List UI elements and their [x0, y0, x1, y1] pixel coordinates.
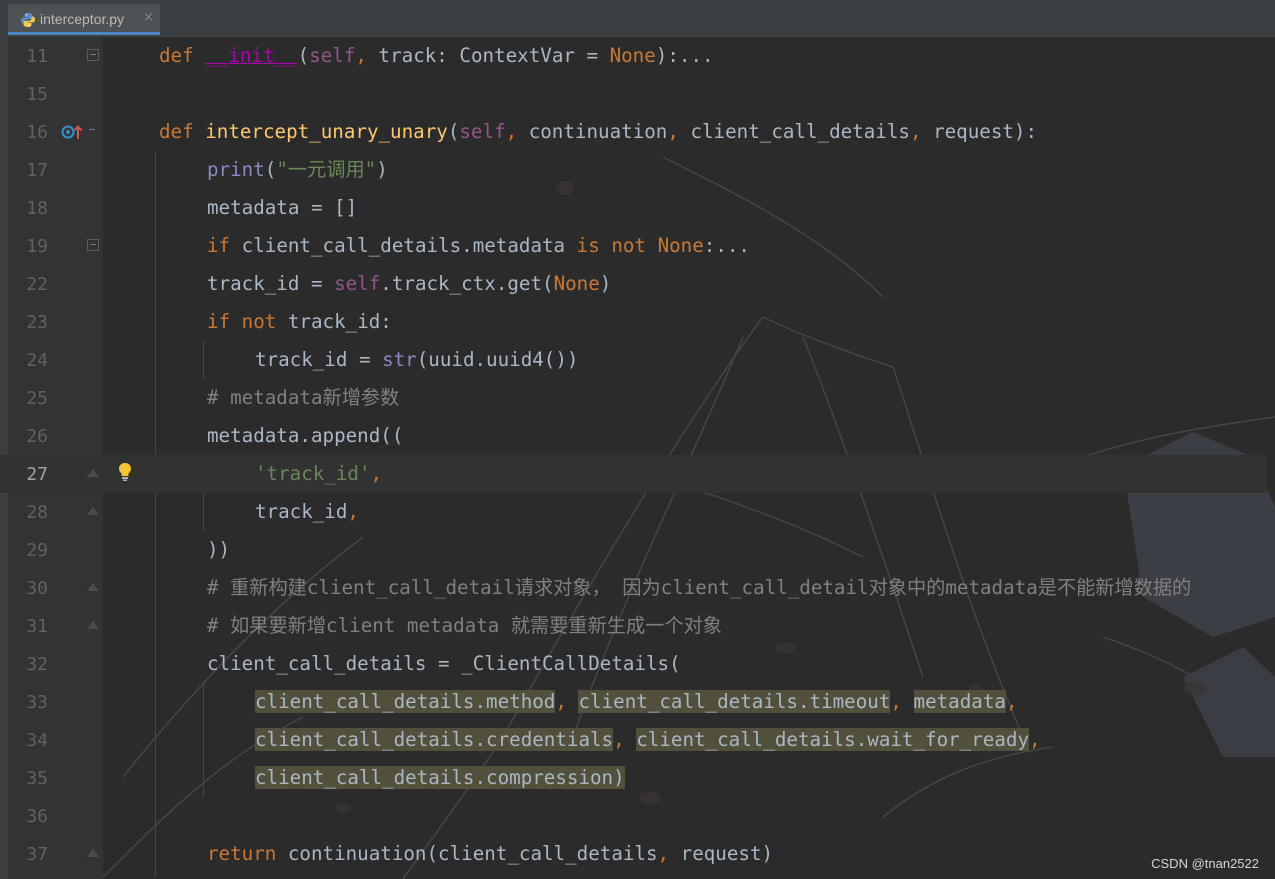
line-number: 16: [26, 122, 48, 143]
line-number: 31: [26, 616, 48, 637]
line-number: 37: [26, 844, 48, 865]
line-number: 22: [26, 274, 48, 295]
fold-end-icon[interactable]: [87, 467, 99, 479]
code-line[interactable]: 11 def __init__(self, track: ContextVar …: [0, 37, 1267, 75]
code-line[interactable]: 29 )): [0, 531, 1267, 569]
line-number: 27: [26, 464, 48, 485]
line-number: 34: [26, 730, 48, 751]
code-line[interactable]: 37 return continuation(client_call_detai…: [0, 835, 1267, 873]
current-code-line[interactable]: 27 'track_id',: [0, 455, 1267, 493]
line-number: 25: [26, 388, 48, 409]
code-line[interactable]: 30 # 重新构建client_call_detail请求对象， 因为clien…: [0, 569, 1267, 607]
code-line[interactable]: 36: [0, 797, 1267, 835]
code-text: return continuation(client_call_details,…: [207, 842, 774, 865]
code-text: metadata.append((: [207, 424, 404, 447]
code-line[interactable]: 23 if not track_id:: [0, 303, 1267, 341]
line-number: 19: [26, 236, 48, 257]
overrides-method-icon[interactable]: [61, 123, 83, 141]
code-text: def intercept_unary_unary(self, continua…: [159, 120, 1038, 143]
code-text: track_id = str(uuid.uuid4()): [255, 348, 579, 371]
code-line[interactable]: 31 # 如果要新增client metadata 就需要重新生成一个对象: [0, 607, 1267, 645]
code-line[interactable]: 26 metadata.append((: [0, 417, 1267, 455]
code-text: track_id = self.track_ctx.get(None): [207, 272, 612, 295]
fold-end-icon[interactable]: [87, 619, 99, 631]
watermark: CSDN @tnan2522: [1151, 856, 1259, 871]
line-number: 18: [26, 198, 48, 219]
code-line[interactable]: 17 print("一元调用"): [0, 151, 1267, 189]
code-text: if not track_id:: [207, 310, 392, 333]
fold-end-icon[interactable]: [87, 505, 99, 517]
code-text: )): [207, 538, 231, 561]
code-text: client_call_details.compression): [255, 766, 625, 789]
line-number: 32: [26, 654, 48, 675]
tab-title: interceptor.py: [40, 11, 125, 27]
line-number: 17: [26, 160, 48, 181]
code-text: print("一元调用"): [207, 158, 388, 181]
line-number: 29: [26, 540, 48, 561]
code-text: client_call_details = _ClientCallDetails…: [207, 652, 681, 675]
line-number: 11: [26, 46, 48, 67]
line-number: 28: [26, 502, 48, 523]
line-number: 24: [26, 350, 48, 371]
code-text: def __init__(self, track: ContextVar = N…: [159, 44, 714, 67]
lightbulb-icon[interactable]: [118, 462, 132, 482]
tab-interceptor-py[interactable]: interceptor.py ×: [8, 4, 160, 35]
code-line[interactable]: 35 client_call_details.compression): [0, 759, 1267, 797]
fold-end-icon[interactable]: [87, 581, 99, 593]
line-number: 30: [26, 578, 48, 599]
line-number: 26: [26, 426, 48, 447]
code-line[interactable]: 19 if client_call_details.metadata is no…: [0, 227, 1267, 265]
code-comment: # 重新构建client_call_detail请求对象， 因为client_c…: [207, 576, 1192, 599]
code-line[interactable]: 28 track_id,: [0, 493, 1267, 531]
code-text: if client_call_details.metadata is not N…: [207, 234, 750, 257]
code-line[interactable]: 34 client_call_details.credentials, clie…: [0, 721, 1267, 759]
code-line[interactable]: 24 track_id = str(uuid.uuid4()): [0, 341, 1267, 379]
line-number: 15: [26, 84, 48, 105]
code-text: 'track_id',: [255, 462, 383, 485]
close-tab-icon[interactable]: ×: [143, 10, 154, 25]
line-number: 33: [26, 692, 48, 713]
line-number: 36: [26, 806, 48, 827]
code-line[interactable]: 16 def intercept_unary_unary(self, conti…: [0, 113, 1267, 151]
code-line[interactable]: 22 track_id = self.track_ctx.get(None): [0, 265, 1267, 303]
fold-collapse-icon[interactable]: [87, 125, 99, 137]
code-text: metadata = []: [207, 196, 358, 219]
code-text: client_call_details.credentials, client_…: [255, 728, 1041, 751]
code-comment: # metadata新增参数: [207, 386, 400, 409]
code-line[interactable]: 15: [0, 75, 1267, 113]
editor-tab-bar: interceptor.py ×: [0, 0, 1275, 38]
fold-expand-icon[interactable]: [87, 239, 99, 251]
fold-expand-icon[interactable]: [87, 49, 99, 61]
line-number: 35: [26, 768, 48, 789]
python-file-icon: [21, 13, 35, 27]
code-text: client_call_details.method, client_call_…: [255, 690, 1018, 713]
fold-end-icon[interactable]: [87, 847, 99, 859]
code-line[interactable]: 32 client_call_details = _ClientCallDeta…: [0, 645, 1267, 683]
code-line[interactable]: 33 client_call_details.method, client_ca…: [0, 683, 1267, 721]
line-number: 23: [26, 312, 48, 333]
code-line[interactable]: 18 metadata = []: [0, 189, 1267, 227]
code-comment: # 如果要新增client metadata 就需要重新生成一个对象: [207, 614, 722, 637]
code-line[interactable]: 25 # metadata新增参数: [0, 379, 1267, 417]
code-text: track_id,: [255, 500, 359, 523]
